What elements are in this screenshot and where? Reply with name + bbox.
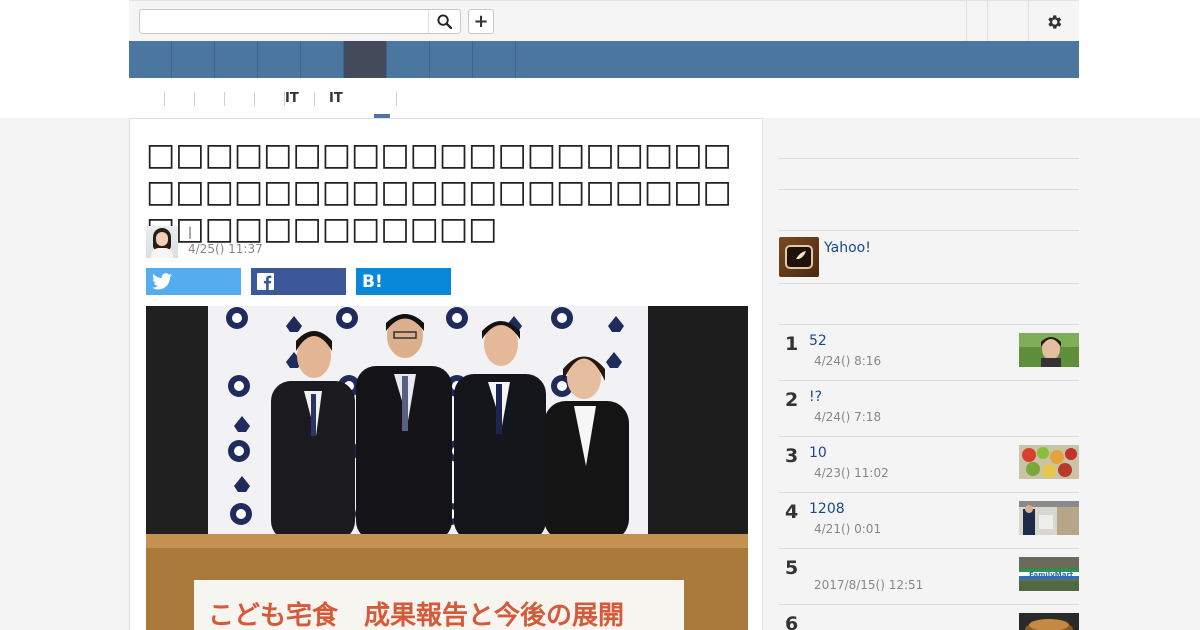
rank-thumbnail[interactable] bbox=[1019, 333, 1079, 367]
subnav-item[interactable] bbox=[225, 92, 255, 106]
divider bbox=[779, 283, 1079, 284]
toolbar: + bbox=[129, 0, 1079, 42]
rank-date: 2017/8/15() 12:51 bbox=[814, 578, 924, 592]
rank-thumbnail[interactable]: FamilyMart bbox=[1019, 557, 1079, 591]
divider bbox=[779, 230, 1079, 231]
settings-button[interactable] bbox=[1039, 9, 1069, 34]
yahoo-link[interactable]: Yahoo! bbox=[824, 240, 871, 256]
twitter-icon bbox=[152, 273, 172, 290]
subnav-item[interactable] bbox=[255, 92, 285, 106]
rank-number: 2 bbox=[785, 389, 799, 411]
rank-date: 4/21() 0:01 bbox=[814, 522, 882, 536]
toolbar-divider bbox=[1028, 1, 1029, 42]
subnav-item[interactable]: IT bbox=[285, 92, 315, 106]
nav-item[interactable] bbox=[473, 41, 516, 78]
add-button[interactable]: + bbox=[468, 9, 494, 34]
nav-item[interactable] bbox=[129, 41, 172, 78]
ranking-item[interactable]: 6 bbox=[779, 604, 1079, 630]
nav-item-active[interactable] bbox=[344, 41, 387, 78]
nav-item[interactable] bbox=[215, 41, 258, 78]
ranking-item[interactable]: 4 1208 4/21() 0:01 bbox=[779, 492, 1079, 548]
rank-number: 3 bbox=[785, 445, 799, 467]
banner-text: こども宅食 成果報告と今後の展開 bbox=[208, 600, 624, 630]
hatena-icon: B! bbox=[362, 271, 383, 292]
author-avatar[interactable] bbox=[146, 226, 178, 258]
rank-date: 4/23() 11:02 bbox=[814, 466, 889, 480]
author-name[interactable]: | bbox=[188, 225, 192, 239]
ranking-item[interactable]: 2 !? 4/24() 7:18 bbox=[779, 380, 1079, 436]
yahoo-creator-icon[interactable] bbox=[779, 237, 819, 277]
rank-number: 1 bbox=[785, 333, 799, 355]
rank-number: 6 bbox=[785, 613, 799, 630]
press-photo-image: こども宅食 成果報告と今後の展開 bbox=[146, 306, 748, 630]
post-date: 4/25() 11:37 bbox=[188, 242, 263, 256]
svg-text:FamilyMart: FamilyMart bbox=[1029, 571, 1074, 579]
subnav-item[interactable] bbox=[165, 92, 195, 106]
twitter-share-button[interactable] bbox=[146, 268, 241, 295]
article-main: □□□□□□□□□□□□□□□□□□□□□□□□□□□□□□□□□□□□□□□□… bbox=[129, 118, 763, 630]
rank-number: 5 bbox=[785, 557, 799, 579]
nav-item[interactable] bbox=[172, 41, 215, 78]
ranking-item[interactable]: 3 10 4/23() 11:02 bbox=[779, 436, 1079, 492]
rank-date: 4/24() 8:16 bbox=[814, 354, 882, 368]
search-box bbox=[139, 9, 461, 34]
toolbar-divider bbox=[987, 1, 988, 42]
search-icon bbox=[437, 14, 452, 29]
subnav-item[interactable] bbox=[147, 92, 165, 106]
search-button[interactable] bbox=[428, 10, 460, 33]
ranking-item[interactable]: 5 2017/8/15() 12:51 FamilyMart bbox=[779, 548, 1079, 604]
rank-title[interactable]: 52 bbox=[809, 333, 827, 349]
sub-nav: IT IT bbox=[129, 78, 1079, 118]
rank-thumbnail[interactable] bbox=[1019, 613, 1079, 630]
facebook-icon bbox=[257, 273, 274, 290]
nav-item[interactable] bbox=[387, 41, 430, 78]
ranking-item[interactable]: 1 52 4/24() 8:16 bbox=[779, 324, 1079, 380]
nav-item[interactable] bbox=[301, 41, 344, 78]
article-photo: こども宅食 成果報告と今後の展開 bbox=[146, 306, 748, 630]
article-headline: □□□□□□□□□□□□□□□□□□□□□□□□□□□□□□□□□□□□□□□□… bbox=[146, 137, 732, 247]
divider bbox=[779, 158, 1079, 159]
sidebar: Yahoo! 1 52 4/24() 8:16 2 !? 4/24() 7:18… bbox=[779, 118, 1079, 630]
nav-item[interactable] bbox=[258, 41, 301, 78]
main-nav bbox=[129, 41, 1079, 78]
gear-icon bbox=[1048, 14, 1062, 29]
rank-number: 4 bbox=[785, 501, 799, 523]
rank-thumbnail[interactable] bbox=[1019, 501, 1079, 535]
rank-title[interactable]: 1208 bbox=[809, 501, 845, 517]
rank-date: 4/24() 7:18 bbox=[814, 410, 882, 424]
nav-item[interactable] bbox=[430, 41, 473, 78]
hatena-bookmark-button[interactable]: B! bbox=[356, 268, 451, 295]
rank-thumbnail[interactable] bbox=[1019, 445, 1079, 479]
plus-icon: + bbox=[473, 11, 489, 32]
search-input[interactable] bbox=[140, 10, 428, 33]
toolbar-divider bbox=[966, 1, 967, 42]
subnav-item-active[interactable] bbox=[369, 92, 397, 106]
subnav-item-it[interactable]: IT bbox=[329, 92, 369, 106]
rank-title[interactable]: 10 bbox=[809, 445, 827, 461]
subnav-item[interactable] bbox=[195, 92, 225, 106]
facebook-share-button[interactable] bbox=[251, 268, 346, 295]
rank-title[interactable]: !? bbox=[809, 389, 822, 405]
site-header: + IT IT bbox=[0, 0, 1200, 118]
divider bbox=[779, 189, 1079, 190]
